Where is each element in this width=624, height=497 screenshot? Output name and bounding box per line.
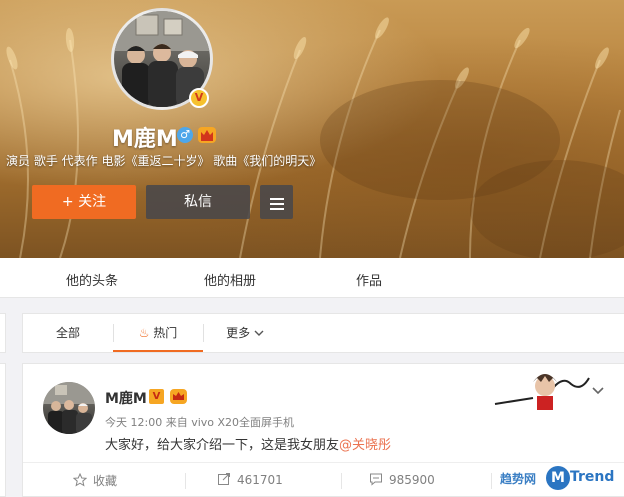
post-author-avatar[interactable] — [43, 382, 95, 434]
divider — [203, 324, 204, 342]
repost-icon — [218, 473, 230, 485]
character-sticker — [494, 374, 590, 410]
male-gender-icon: ♂ — [177, 127, 193, 143]
profile-name: M鹿M — [112, 127, 178, 152]
more-menu-button[interactable] — [260, 185, 293, 219]
side-card-edge — [0, 363, 6, 497]
comment-button[interactable]: 985900 — [369, 472, 435, 487]
verified-badge-icon: V — [189, 88, 209, 108]
favorite-label: 收藏 — [93, 474, 118, 488]
filter-all[interactable]: 全部 — [23, 314, 113, 352]
repost-button[interactable]: 461701 — [217, 472, 283, 487]
feed-filter-bar: 全部 ♨ 热门 更多 — [22, 313, 624, 353]
flame-icon: ♨ — [138, 326, 150, 340]
comment-count: 985900 — [389, 473, 435, 487]
watermark-text: 趋势网 — [500, 472, 537, 486]
watermark-brand: Trend — [570, 469, 615, 485]
post-timestamp-source: 今天 12:00 来自 vivo X20全面屏手机 — [105, 416, 295, 429]
tab-albums[interactable]: 他的相册 — [204, 270, 256, 289]
divider — [341, 473, 342, 489]
watermark-logo-icon: M — [546, 466, 570, 490]
repost-count: 461701 — [237, 473, 283, 487]
verified-badge-icon: V — [149, 389, 164, 404]
profile-cover: V M鹿M ♂ 演员 歌手 代表作 电影《重返二十岁》 歌曲《我们的明天》 + … — [0, 0, 624, 258]
divider — [185, 473, 186, 489]
filter-more-label: 更多 — [226, 326, 251, 340]
tab-works[interactable]: 作品 — [356, 270, 382, 289]
favorite-button[interactable]: 收藏 — [73, 472, 117, 489]
avatar-photo — [43, 382, 95, 434]
post-options-chevron-icon[interactable] — [591, 384, 605, 398]
tab-headlines[interactable]: 他的头条 — [66, 270, 118, 289]
chevron-down-icon — [254, 330, 264, 336]
vip-crown-icon[interactable] — [198, 127, 216, 143]
side-card-edge — [0, 313, 6, 353]
filter-hot-label: 热门 — [153, 326, 178, 340]
filter-more[interactable]: 更多 — [215, 314, 275, 352]
post-content: 大家好，给大家介绍一下，这是我女朋友@关晓彤 — [105, 434, 391, 453]
profile-bio: 演员 歌手 代表作 电影《重返二十岁》 歌曲《我们的明天》 — [6, 154, 322, 168]
star-icon — [73, 473, 87, 487]
comment-icon — [370, 473, 382, 486]
post-text: 大家好，给大家介绍一下，这是我女朋友 — [105, 438, 340, 453]
filter-hot[interactable]: ♨ 热门 — [113, 314, 203, 352]
post-author-name[interactable]: M鹿M — [105, 388, 147, 408]
vip-crown-icon[interactable] — [170, 389, 187, 404]
message-button[interactable]: 私信 — [146, 185, 250, 219]
site-watermark: 趋势网 M Trend — [500, 466, 620, 492]
follow-button[interactable]: + 关注 — [32, 185, 136, 219]
divider — [491, 473, 492, 489]
menu-icon — [260, 185, 293, 210]
mention-link[interactable]: @关晓彤 — [339, 438, 391, 453]
wheat-field-background — [6, 17, 624, 258]
profile-tab-bar: 他的头条 他的相册 作品 — [0, 258, 624, 298]
